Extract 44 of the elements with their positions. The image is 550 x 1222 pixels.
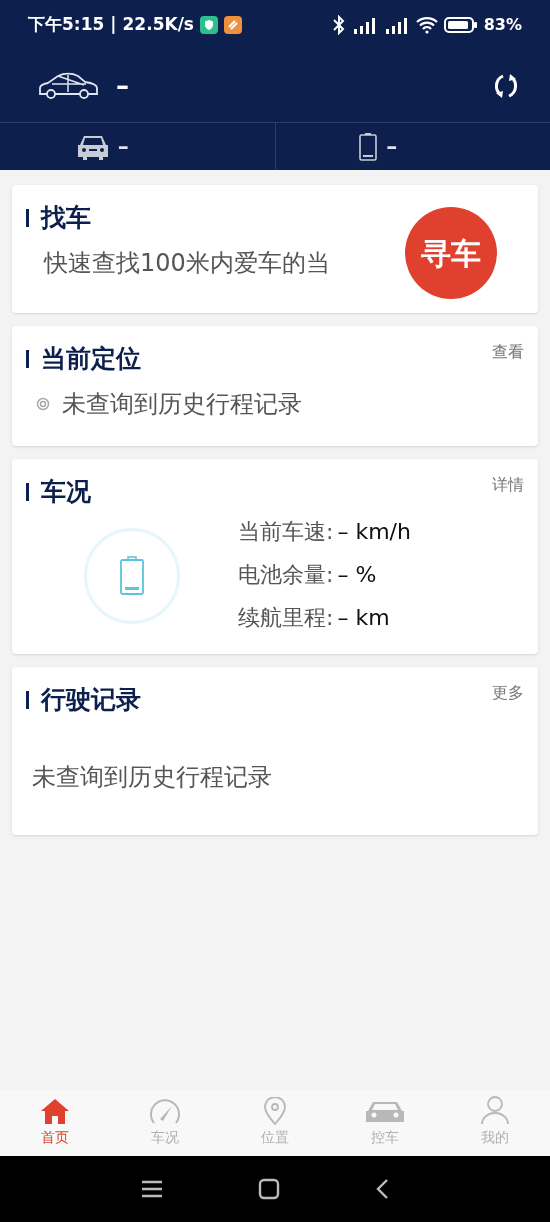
details-link[interactable]: 详情: [492, 473, 524, 497]
trip-message: 未查询到历史行程记录: [32, 761, 273, 793]
battery-icon: [119, 556, 145, 596]
find-car-button[interactable]: 寻车: [405, 207, 497, 299]
location-ring-icon: [36, 396, 50, 411]
gauge-icon: [148, 1097, 182, 1125]
wifi-icon: [415, 16, 438, 34]
vehicle-name: –: [116, 69, 129, 103]
status-time: 下午5:15: [28, 13, 105, 37]
back-icon[interactable]: [375, 1178, 389, 1200]
stat-value: – km/h: [337, 517, 411, 546]
signal-icon: [383, 15, 410, 35]
network-speed: 22.5K/s: [122, 13, 194, 37]
nav-tab[interactable]: 首页: [0, 1090, 110, 1156]
more-link[interactable]: 更多: [492, 681, 524, 705]
battery-icon: [358, 131, 379, 162]
stat-label: 电池余量:: [238, 560, 334, 589]
card-title: 车况: [41, 476, 91, 508]
card-title: 找车: [41, 202, 91, 234]
menu-icon[interactable]: [141, 1180, 163, 1198]
battery-icon: [443, 16, 478, 34]
summary-value: –: [117, 133, 129, 161]
car-icon: [365, 1099, 405, 1125]
card-title: 当前定位: [41, 343, 141, 375]
app-icon: [223, 16, 242, 34]
stat-value: – km: [337, 603, 390, 632]
location-pin-icon: [263, 1097, 287, 1125]
car-outline-icon: [38, 72, 100, 100]
card-title: 行驶记录: [41, 684, 141, 716]
status-separator: |: [110, 13, 117, 37]
stat-label: 续航里程:: [238, 603, 334, 632]
summary-value: –: [386, 133, 398, 161]
battery-percentage: 83%: [483, 14, 522, 36]
home-icon: [40, 1097, 70, 1125]
stat-value: – %: [337, 560, 377, 589]
signal-icon: [351, 15, 378, 35]
stat-label: 当前车速:: [238, 517, 334, 546]
location-message: 未查询到历史行程记录: [62, 388, 302, 420]
bluetooth-icon: [331, 15, 346, 35]
home-square-icon[interactable]: [258, 1178, 280, 1200]
card-description: 快速查找100米内爱车的当: [44, 247, 330, 279]
view-link[interactable]: 查看: [492, 340, 524, 364]
shield-app-icon: [199, 16, 218, 34]
user-icon: [480, 1095, 510, 1125]
